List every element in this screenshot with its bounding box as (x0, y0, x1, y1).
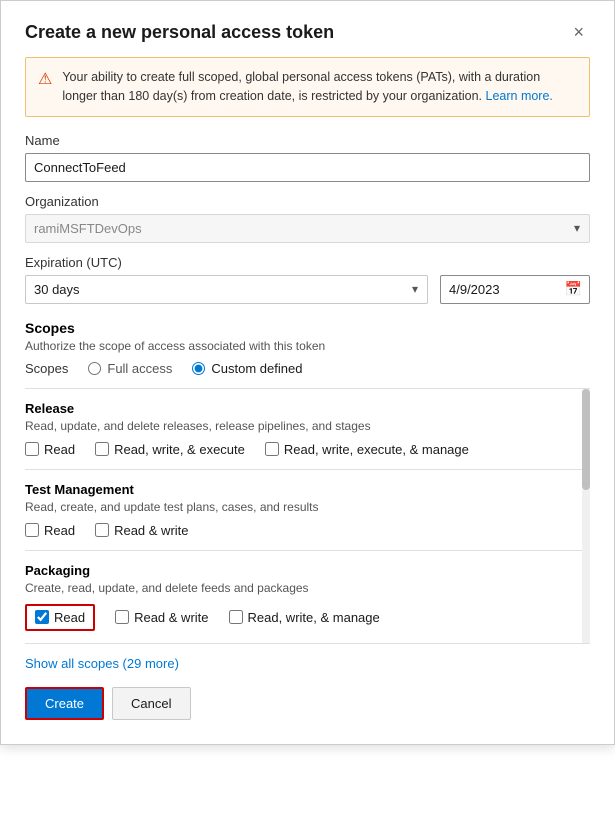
date-input[interactable] (440, 275, 590, 304)
release-rwem-label: Read, write, execute, & manage (284, 442, 469, 457)
release-rwem-option[interactable]: Read, write, execute, & manage (265, 442, 469, 457)
duration-select-container: 30 days ▾ (25, 275, 428, 304)
scopes-inner: Release Read, update, and delete release… (25, 389, 590, 643)
scope-group-release: Release Read, update, and delete release… (25, 389, 582, 470)
organization-select-container: ramiMSFTDevOps ▾ (25, 214, 590, 243)
full-access-label: Full access (107, 361, 172, 376)
organization-select: ramiMSFTDevOps (25, 214, 590, 243)
dialog-title: Create a new personal access token (25, 22, 334, 43)
pkg-read-label: Read (54, 610, 85, 625)
release-title: Release (25, 401, 582, 416)
scopes-radio-row: Scopes Full access Custom defined (25, 361, 590, 376)
release-read-checkbox[interactable] (25, 442, 39, 456)
release-rwe-option[interactable]: Read, write, & execute (95, 442, 245, 457)
custom-defined-label: Custom defined (211, 361, 302, 376)
packaging-title: Packaging (25, 563, 582, 578)
scope-group-test: Test Management Read, create, and update… (25, 470, 582, 551)
pkg-rw-checkbox[interactable] (115, 610, 129, 624)
pkg-read-checkbox[interactable] (35, 610, 49, 624)
create-button[interactable]: Create (25, 687, 104, 720)
action-buttons: Create Cancel (25, 687, 590, 720)
release-checkboxes: Read Read, write, & execute Read, write,… (25, 442, 582, 457)
release-rwe-label: Read, write, & execute (114, 442, 245, 457)
warning-icon: ⚠ (38, 69, 52, 89)
organization-label: Organization (25, 194, 590, 209)
test-rw-checkbox[interactable] (95, 523, 109, 537)
pkg-rw-label: Read & write (134, 610, 208, 625)
release-read-option[interactable]: Read (25, 442, 75, 457)
date-input-container: 📅 (440, 275, 590, 304)
expiration-label: Expiration (UTC) (25, 255, 590, 270)
warning-banner: ⚠ Your ability to create full scoped, gl… (25, 57, 590, 117)
test-rw-option[interactable]: Read & write (95, 523, 188, 538)
pkg-rwm-checkbox[interactable] (229, 610, 243, 624)
test-checkboxes: Read Read & write (25, 523, 582, 538)
pkg-rwm-option[interactable]: Read, write, & manage (229, 610, 380, 625)
packaging-checkboxes: Read Read & write Read, write, & manage (25, 604, 582, 631)
custom-defined-option[interactable]: Custom defined (192, 361, 302, 376)
test-desc: Read, create, and update test plans, cas… (25, 500, 582, 514)
release-desc: Read, update, and delete releases, relea… (25, 419, 582, 433)
expiration-row: 30 days ▾ 📅 (25, 275, 590, 304)
custom-defined-radio[interactable] (192, 362, 205, 375)
scrollbar-thumb[interactable] (582, 389, 590, 491)
scrollbar-track[interactable] (582, 389, 590, 643)
release-rwem-checkbox[interactable] (265, 442, 279, 456)
pkg-rwm-label: Read, write, & manage (248, 610, 380, 625)
expiration-field-container: Expiration (UTC) 30 days ▾ 📅 (25, 255, 590, 304)
test-read-checkbox[interactable] (25, 523, 39, 537)
create-pat-dialog: Create a new personal access token × ⚠ Y… (0, 0, 615, 745)
release-read-label: Read (44, 442, 75, 457)
scopes-subtitle: Authorize the scope of access associated… (25, 339, 590, 353)
name-label: Name (25, 133, 590, 148)
scopes-section: Scopes Authorize the scope of access ass… (25, 320, 590, 376)
warning-text: Your ability to create full scoped, glob… (62, 68, 577, 106)
show-all-scopes-button[interactable]: Show all scopes (29 more) (25, 656, 179, 671)
scopes-container: Release Read, update, and delete release… (25, 388, 590, 644)
close-button[interactable]: × (567, 21, 590, 43)
name-field-container: Name (25, 133, 590, 194)
dialog-header: Create a new personal access token × (25, 21, 590, 43)
test-title: Test Management (25, 482, 582, 497)
packaging-desc: Create, read, update, and delete feeds a… (25, 581, 582, 595)
test-read-label: Read (44, 523, 75, 538)
pkg-rw-option[interactable]: Read & write (115, 610, 208, 625)
test-rw-label: Read & write (114, 523, 188, 538)
cancel-button[interactable]: Cancel (112, 687, 190, 720)
full-access-radio[interactable] (88, 362, 101, 375)
scopes-label: Scopes (25, 361, 68, 376)
scope-group-packaging: Packaging Create, read, update, and dele… (25, 551, 582, 643)
pkg-read-option[interactable]: Read (25, 604, 95, 631)
scopes-title: Scopes (25, 320, 590, 336)
full-access-option[interactable]: Full access (88, 361, 172, 376)
organization-field-container: Organization ramiMSFTDevOps ▾ (25, 194, 590, 243)
duration-select[interactable]: 30 days (25, 275, 428, 304)
learn-more-link[interactable]: Learn more. (486, 89, 553, 103)
name-input[interactable] (25, 153, 590, 182)
test-read-option[interactable]: Read (25, 523, 75, 538)
release-rwe-checkbox[interactable] (95, 442, 109, 456)
